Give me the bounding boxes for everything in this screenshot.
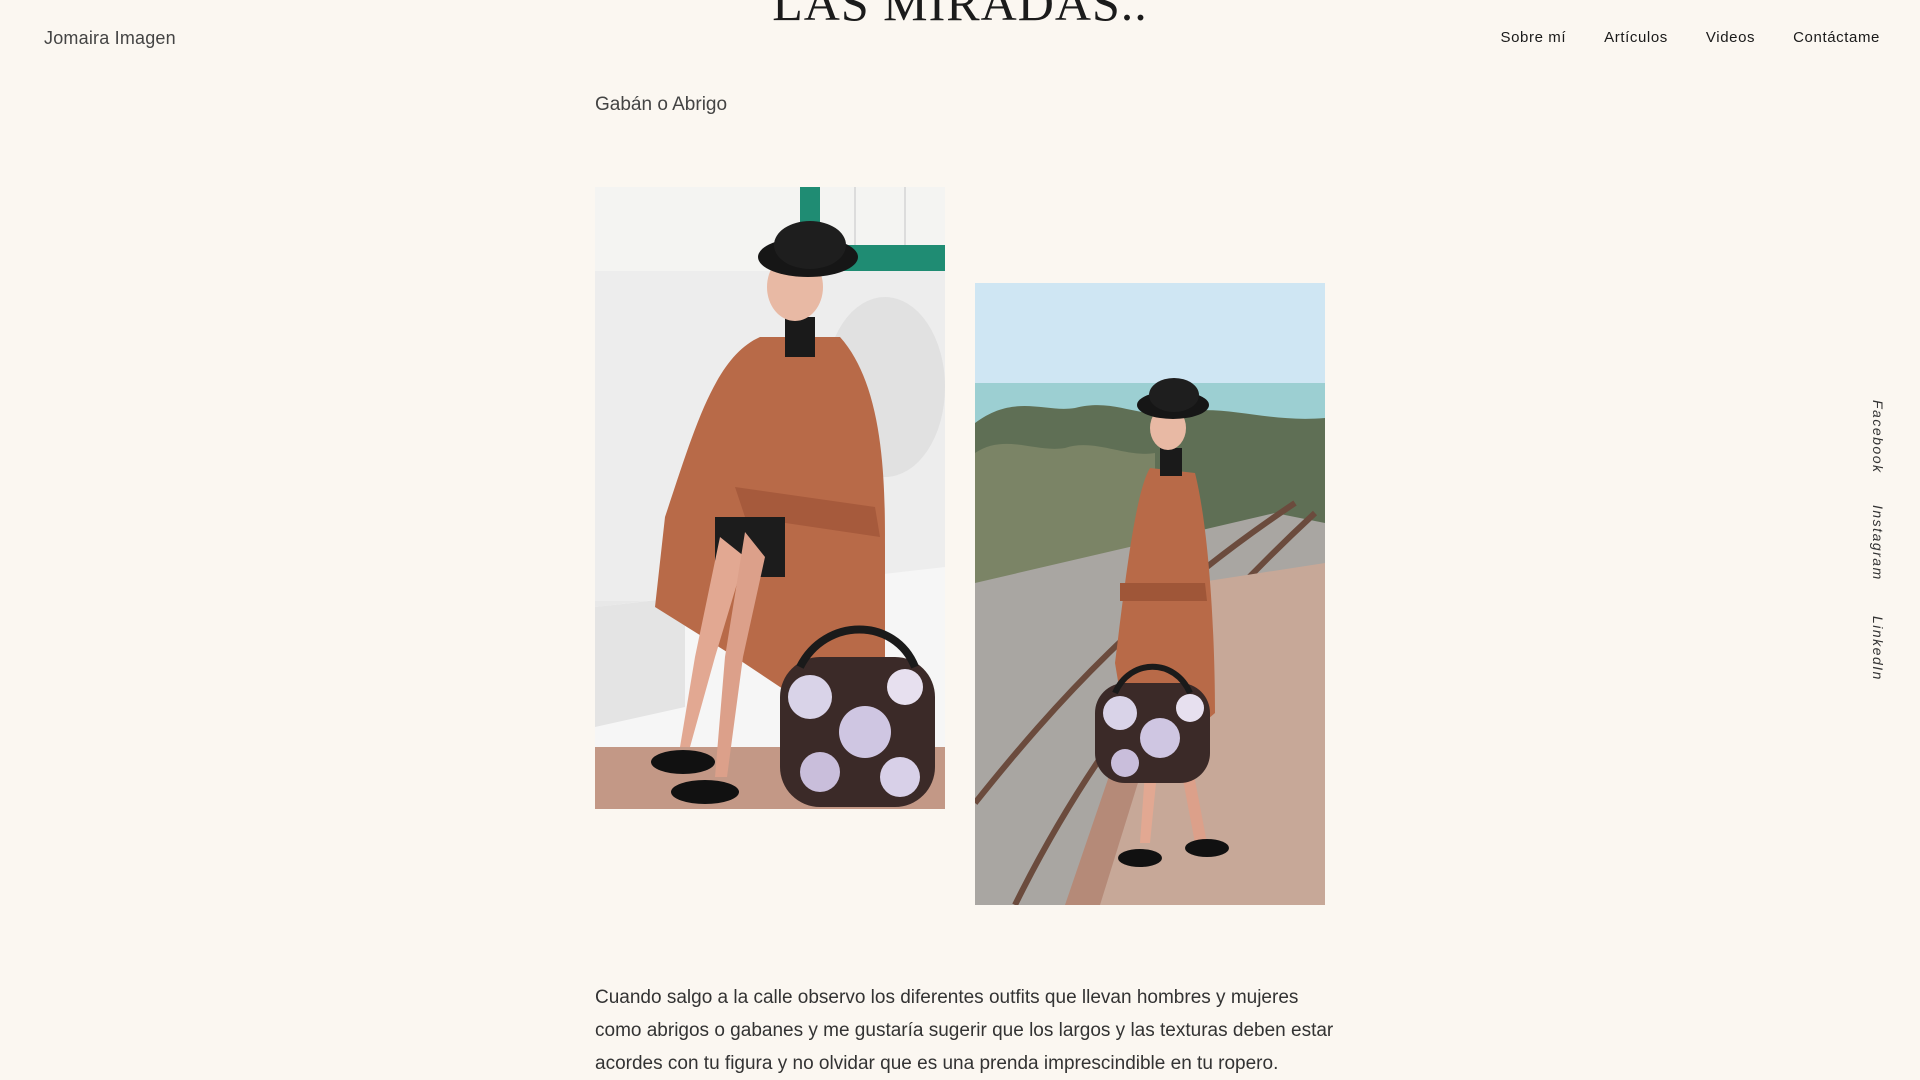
- main-nav: Sobre mí Artículos Videos Contáctame: [1500, 29, 1880, 46]
- social-link-linkedin[interactable]: LinkedIn: [1870, 616, 1886, 681]
- photo-seated-illustration: [595, 187, 945, 809]
- article-subtitle: Gabán o Abrigo: [595, 94, 728, 115]
- site-title[interactable]: Jomaira Imagen: [44, 28, 176, 49]
- photo-seated[interactable]: [595, 187, 945, 809]
- photo-railway-illustration: [975, 283, 1325, 905]
- social-link-facebook[interactable]: Facebook: [1870, 400, 1886, 473]
- nav-link-sobre-mi[interactable]: Sobre mí: [1500, 29, 1566, 46]
- social-link-instagram[interactable]: Instagram: [1870, 505, 1886, 581]
- photo-railway[interactable]: [975, 283, 1325, 905]
- nav-link-contactame[interactable]: Contáctame: [1793, 29, 1880, 46]
- article-body: Cuando salgo a la calle observo los dife…: [595, 987, 1334, 1074]
- nav-link-videos[interactable]: Videos: [1706, 29, 1755, 46]
- page-heading: LAS MIRADAS..: [772, 0, 1148, 31]
- nav-link-articulos[interactable]: Artículos: [1604, 29, 1668, 46]
